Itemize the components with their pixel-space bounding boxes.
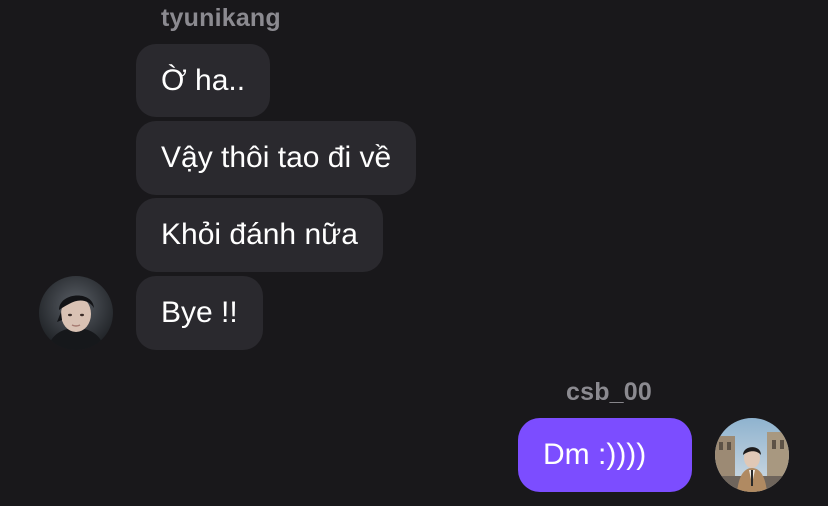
sender-name-tyunikang: tyunikang <box>161 4 281 32</box>
message-bubble[interactable]: Ờ ha.. <box>136 44 271 117</box>
message-bubble[interactable]: Vậy thôi tao đi về <box>136 121 417 195</box>
user-avatar-icon[interactable] <box>39 276 113 350</box>
message-bubble[interactable]: Khỏi đánh nữa <box>136 198 383 272</box>
sender-name-csb-00: csb_00 <box>566 378 652 406</box>
message-bubble[interactable]: Bye !! <box>136 276 263 350</box>
user-avatar-icon[interactable] <box>715 418 789 492</box>
message-bubble-sent[interactable]: Dm :)))) <box>518 418 692 492</box>
